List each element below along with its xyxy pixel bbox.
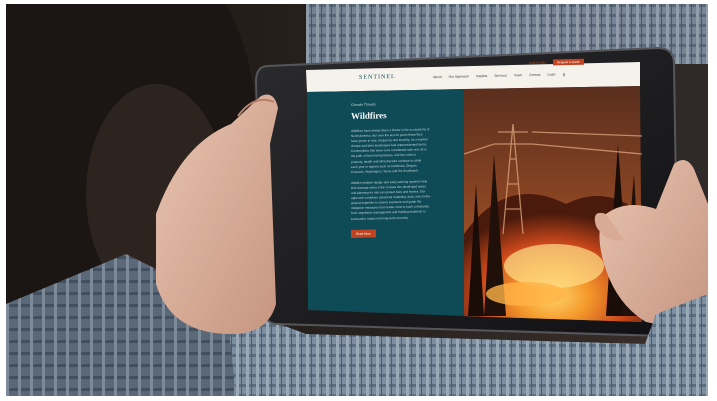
nav-our-approach[interactable]: Our Approach xyxy=(449,74,469,79)
hero-text: Climate Threats Wildfires Wildfires have… xyxy=(351,101,461,240)
main-nav: About Our Approach Insights Services Tea… xyxy=(433,72,565,80)
subscribe-link[interactable]: SUBSCRIBE xyxy=(529,61,546,65)
site-header: SENTINEL SUBSCRIBE Request a Quote About… xyxy=(307,58,641,90)
nav-team[interactable]: Team xyxy=(514,73,522,78)
hero-kicker: Climate Threats xyxy=(351,102,376,108)
request-quote-button[interactable]: Request a Quote xyxy=(553,58,584,66)
nav-login[interactable]: Login xyxy=(547,72,555,77)
nav-services[interactable]: Services xyxy=(494,73,507,78)
tablet-screen: SENTINEL SUBSCRIBE Request a Quote About… xyxy=(307,56,641,322)
hero-title: Wildfires xyxy=(351,110,387,122)
site-logo[interactable]: SENTINEL xyxy=(359,74,396,81)
hero-paragraph-2: Wildfire-resilient design and early warn… xyxy=(351,178,461,221)
search-icon[interactable]: ⚲ xyxy=(563,72,566,77)
hero-paragraph-1: Wildfires have always been a fixture in … xyxy=(351,127,461,175)
photo-frame: SENTINEL SUBSCRIBE Request a Quote About… xyxy=(6,4,708,396)
read-more-button[interactable]: Read More xyxy=(351,229,376,238)
nav-insights[interactable]: Insights xyxy=(476,74,487,79)
nav-about[interactable]: About xyxy=(433,75,442,80)
nav-contact[interactable]: Contact xyxy=(529,73,540,78)
